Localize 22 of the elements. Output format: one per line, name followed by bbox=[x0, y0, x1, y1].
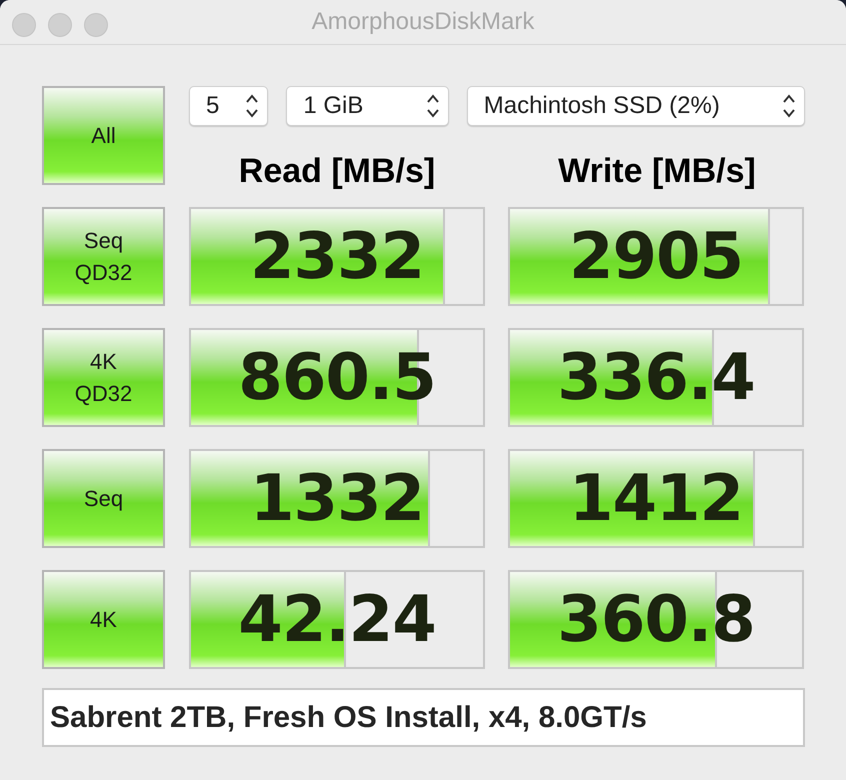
window-title: AmorphousDiskMark bbox=[312, 7, 534, 37]
test-button[interactable]: 4K bbox=[42, 570, 165, 669]
stepper-icon bbox=[426, 93, 440, 119]
dropdown[interactable]: Machintosh SSD (2%) bbox=[466, 86, 805, 126]
result-value: 1332 bbox=[250, 466, 424, 530]
result-value: 2905 bbox=[568, 224, 744, 288]
test-button[interactable]: Seq bbox=[42, 449, 165, 548]
column-heading: Write [MB/s] bbox=[557, 151, 757, 192]
dropdown[interactable]: 5 bbox=[189, 86, 268, 126]
all-button[interactable]: All bbox=[42, 86, 165, 185]
column-heading: Read [MB/s] bbox=[238, 151, 436, 192]
minimize-button[interactable] bbox=[48, 13, 72, 37]
stepper-icon bbox=[245, 93, 260, 119]
test-button[interactable]: Seq QD32 bbox=[42, 207, 165, 306]
stepper-icon bbox=[782, 93, 796, 119]
dropdown[interactable]: 1 GiB bbox=[286, 86, 449, 126]
test-button[interactable]: 4K QD32 bbox=[42, 328, 165, 427]
result-value: 2332 bbox=[250, 224, 424, 288]
zoom-button[interactable] bbox=[84, 13, 108, 37]
close-button[interactable] bbox=[12, 13, 36, 37]
comment-field[interactable]: Sabrent 2TB, Fresh OS Install, x4, 8.0GT/s bbox=[42, 688, 805, 747]
result-value: 1412 bbox=[568, 466, 744, 530]
